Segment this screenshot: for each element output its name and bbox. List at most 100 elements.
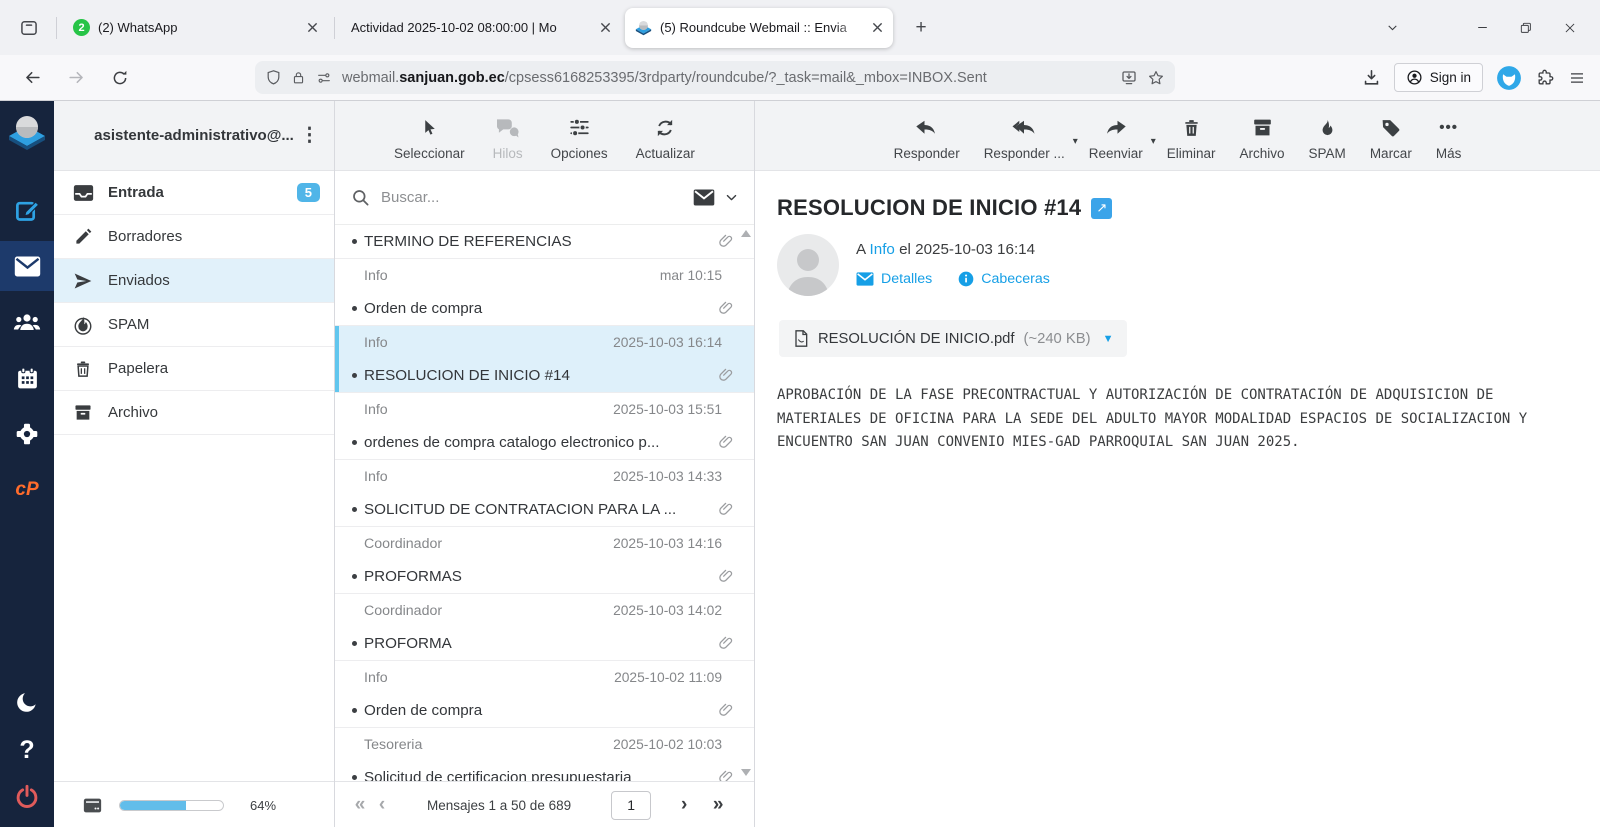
select-button[interactable]: Seleccionar — [394, 101, 465, 170]
options-button[interactable]: Opciones — [551, 101, 608, 170]
message-row-selected[interactable]: Info2025-10-03 16:14 RESOLUCION DE INICI… — [335, 326, 754, 393]
url-text[interactable]: webmail.sanjuan.gob.ec/cpsess6168253395/… — [342, 70, 1111, 86]
message-content: RESOLUCION DE INICIO #14 ↗ A Info el 202… — [755, 171, 1600, 455]
logout-button[interactable] — [0, 774, 54, 820]
search-icon — [351, 188, 370, 207]
downloads-icon[interactable] — [1362, 68, 1381, 87]
message-row[interactable]: Coordinador2025-10-03 14:16 PROFORMAS — [335, 527, 754, 594]
tab-roundcube-active[interactable]: (5) Roundcube Webmail :: Envia — [625, 8, 893, 48]
search-options-chevron-icon[interactable] — [725, 191, 738, 204]
help-button[interactable]: ? — [0, 726, 54, 774]
open-in-new-window-icon[interactable]: ↗ — [1091, 198, 1112, 219]
trash-icon — [72, 359, 94, 379]
folder-papelera[interactable]: Papelera — [54, 347, 334, 391]
message-row[interactable]: Coordinador2025-10-03 14:02 PROFORMA — [335, 594, 754, 661]
compose-button[interactable] — [0, 185, 54, 235]
folder-spam[interactable]: SPAM — [54, 303, 334, 347]
nav-mail[interactable] — [0, 241, 54, 291]
last-page-button[interactable]: » — [707, 794, 729, 816]
tab-whatsapp[interactable]: 2 (2) WhatsApp — [63, 8, 328, 48]
browser-chrome: 2 (2) WhatsApp Actividad 2025-10-02 08:0… — [0, 0, 1600, 101]
message-row[interactable]: Info2025-10-03 15:51 ordenes de compra c… — [335, 393, 754, 460]
firefox-account-icon[interactable] — [1496, 65, 1522, 91]
attachment-chip[interactable]: RESOLUCIÓN DE INICIO.pdf (~240 KB) ▼ — [779, 320, 1127, 357]
scroll-down-arrow[interactable] — [741, 769, 751, 776]
spam-button[interactable]: SPAM — [1309, 101, 1346, 170]
recipient-link[interactable]: Info — [870, 241, 895, 258]
dark-mode-toggle[interactable] — [0, 680, 54, 724]
menu-hamburger-icon[interactable] — [1568, 69, 1586, 87]
folder-panel: asistente-administrativo@... ⋮ Entrada 5… — [54, 101, 335, 827]
reply-all-button[interactable]: Responder ... ▾ — [984, 101, 1065, 170]
mark-button[interactable]: Marcar — [1370, 101, 1412, 170]
attachment-paperclip-icon — [718, 635, 734, 652]
more-button[interactable]: ••• Más — [1436, 101, 1462, 170]
folder-label: Papelera — [108, 360, 168, 377]
search-scope-mail-icon[interactable] — [693, 189, 715, 206]
nav-calendar[interactable] — [0, 353, 54, 403]
folder-borradores[interactable]: Borradores — [54, 215, 334, 259]
people-icon — [13, 310, 41, 334]
close-window-icon[interactable] — [1548, 9, 1592, 47]
refresh-button[interactable]: Actualizar — [636, 101, 695, 170]
folder-label: SPAM — [108, 316, 149, 333]
headers-link[interactable]: Cabeceras — [958, 271, 1050, 287]
restore-window-icon[interactable] — [1504, 9, 1548, 47]
extensions-icon[interactable] — [1535, 68, 1555, 88]
lock-icon — [291, 69, 306, 86]
close-tab-icon[interactable] — [307, 22, 318, 33]
firefox-view-button[interactable] — [12, 11, 46, 45]
message-row[interactable]: Infomar 10:15 Orden de compra — [335, 259, 754, 326]
attachment-paperclip-icon — [718, 367, 734, 384]
scroll-up-arrow[interactable] — [741, 230, 751, 237]
save-page-icon[interactable] — [1120, 69, 1138, 87]
close-tab-icon[interactable] — [872, 22, 883, 33]
reply-button[interactable]: Responder — [894, 101, 960, 170]
details-link[interactable]: Detalles — [856, 271, 932, 287]
next-page-button[interactable]: › — [673, 794, 695, 816]
message-row[interactable]: Info2025-10-02 11:09 Orden de compra — [335, 661, 754, 728]
archive-button[interactable]: Archivo — [1240, 101, 1285, 170]
bookmark-star-icon[interactable] — [1147, 69, 1165, 87]
sign-in-button[interactable]: Sign in — [1394, 63, 1483, 92]
chat-bubbles-icon — [495, 115, 520, 140]
unread-dot — [352, 507, 364, 512]
search-input[interactable] — [381, 189, 682, 206]
forward-button[interactable] — [60, 62, 92, 94]
message-row[interactable]: Tesoreria2025-10-02 10:03 Solicitud de c… — [335, 728, 754, 781]
nav-contacts[interactable] — [0, 297, 54, 347]
first-page-button[interactable]: « — [349, 794, 371, 816]
tab-actividad[interactable]: Actividad 2025-10-02 08:00:00 | Mo — [341, 8, 621, 48]
attachment-size: (~240 KB) — [1024, 331, 1091, 347]
whatsapp-icon: 2 — [73, 19, 90, 36]
folder-entrada[interactable]: Entrada 5 — [54, 171, 334, 215]
prev-page-button[interactable]: ‹ — [371, 794, 393, 816]
account-header: asistente-administrativo@... ⋮ — [54, 101, 334, 171]
account-menu-kebab-icon[interactable]: ⋮ — [300, 124, 320, 147]
back-button[interactable] — [16, 62, 48, 94]
forward-menu-caret[interactable]: ▾ — [1151, 136, 1156, 147]
nav-cpanel[interactable]: cP — [0, 465, 54, 515]
inbox-icon — [72, 184, 94, 202]
permissions-icon[interactable] — [315, 70, 333, 86]
message-row-partial[interactable]: TERMINO DE REFERENCIAS — [335, 225, 754, 259]
threads-button[interactable]: Hilos — [493, 101, 523, 170]
folder-enviados[interactable]: Enviados — [54, 259, 334, 303]
folder-archivo[interactable]: Archivo — [54, 391, 334, 435]
close-tab-icon[interactable] — [600, 22, 611, 33]
attachment-menu-caret-icon[interactable]: ▼ — [1103, 333, 1114, 345]
reload-button[interactable] — [104, 62, 136, 94]
question-mark-icon: ? — [19, 736, 34, 765]
unread-dot — [352, 574, 364, 579]
page-number-input[interactable]: 1 — [611, 791, 651, 820]
list-all-tabs-icon[interactable] — [1370, 9, 1414, 47]
reply-all-menu-caret[interactable]: ▾ — [1073, 136, 1078, 147]
delete-button[interactable]: Eliminar — [1167, 101, 1216, 170]
new-tab-button[interactable]: + — [905, 12, 937, 44]
attachment-name: RESOLUCIÓN DE INICIO.pdf — [818, 331, 1015, 347]
nav-settings[interactable] — [0, 409, 54, 459]
forward-button[interactable]: Reenviar ▾ — [1089, 101, 1143, 170]
address-bar[interactable]: webmail.sanjuan.gob.ec/cpsess6168253395/… — [255, 61, 1175, 94]
minimize-icon[interactable] — [1460, 9, 1504, 47]
message-row[interactable]: Info2025-10-03 14:33 SOLICITUD DE CONTRA… — [335, 460, 754, 527]
